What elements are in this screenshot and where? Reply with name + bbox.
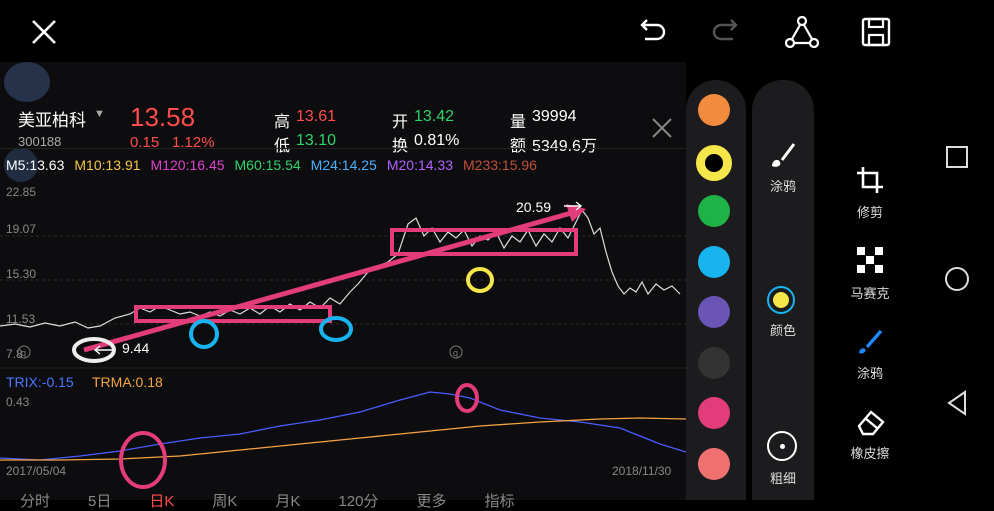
bottom-tab[interactable]: 更多: [416, 490, 446, 511]
high-value: 13.61: [296, 108, 337, 125]
marker-label: q: [453, 348, 458, 358]
color-swatch[interactable]: [698, 346, 730, 379]
trma-label: TRMA:0.18: [92, 374, 163, 390]
color-swatch[interactable]: [698, 245, 730, 278]
date-end: 2018/11/30: [612, 464, 671, 478]
color-swatch[interactable]: [696, 144, 732, 181]
stock-name[interactable]: 美亚柏科: [18, 106, 86, 131]
low-arrow: [93, 345, 112, 355]
bottom-tab[interactable]: 120分: [338, 490, 378, 511]
ma-legend-item: M20:14.33: [386, 157, 454, 173]
floating-assistant-icon[interactable]: [4, 62, 50, 102]
chevron-down-icon[interactable]: ▼: [94, 108, 105, 120]
low-value-label: 9.44: [122, 340, 149, 356]
bottom-tab[interactable]: 月K: [275, 490, 300, 511]
bottom-tab[interactable]: 周K: [212, 490, 237, 511]
open-label: 开: [392, 114, 409, 131]
ma-legend: M5:13.63 M10:13.91 M120:16.45 M60:15.54 M24:…: [6, 157, 537, 173]
color-palette: [686, 80, 746, 500]
graffiti2-label[interactable]: 涂鸦: [835, 363, 905, 382]
thickness-label[interactable]: 粗细: [748, 468, 818, 487]
marker-label: q: [21, 348, 26, 358]
bottom-tab[interactable]: 指标: [484, 490, 514, 511]
top-toolbar: [0, 0, 994, 62]
trix-line: [0, 391, 686, 461]
crop-icon[interactable]: [852, 162, 888, 198]
color-swatch[interactable]: [698, 94, 730, 126]
bottom-tabs[interactable]: 分时 5日 日K 周K 月K 120分 更多 指标: [20, 490, 514, 511]
mosaic-label[interactable]: 马赛克: [835, 283, 905, 302]
header-divider: [0, 148, 686, 149]
pink-circle: [119, 431, 167, 489]
current-color-indicator[interactable]: [767, 286, 795, 314]
recent-apps-icon[interactable]: [940, 140, 974, 174]
price-axis-label: 15.30: [6, 267, 36, 281]
date-start: 2017/05/04: [6, 464, 66, 478]
stock-price: 13.58: [130, 102, 196, 132]
mosaic-icon[interactable]: [852, 242, 888, 278]
back-icon[interactable]: [940, 386, 974, 420]
trix-label: TRIX:-0.15: [6, 374, 74, 390]
graffiti-label[interactable]: 涂鸦: [748, 176, 818, 195]
thickness-dot: [779, 443, 785, 449]
volume-label: 量: [510, 114, 527, 131]
amount-value: 5349.6万: [532, 138, 597, 155]
blue-circle: [189, 319, 219, 349]
close-quote-icon[interactable]: [646, 112, 678, 144]
save-icon[interactable]: [856, 12, 896, 52]
high-value-label: 20.59: [516, 199, 551, 215]
price-chart[interactable]: 22.85 19.07 15.30 11.53 7.8 9.44 20.59 q…: [0, 176, 686, 500]
color-swatch[interactable]: [698, 195, 730, 227]
ma-legend-item: M60:15.54: [234, 157, 301, 173]
ma-legend-item: M233:15.96: [463, 157, 537, 173]
turnover-label: 换: [392, 138, 409, 155]
crop-label[interactable]: 修剪: [835, 202, 905, 221]
home-icon[interactable]: [940, 262, 974, 296]
undo-icon[interactable]: [632, 12, 672, 52]
ma-legend-item: M5:13.63: [6, 157, 65, 173]
price-axis-label: 22.85: [6, 185, 36, 199]
indicator-axis-top: 0.43: [6, 395, 30, 409]
eraser-icon[interactable]: [852, 404, 888, 440]
high-label: 高: [274, 114, 291, 131]
bottom-tab[interactable]: 5日: [88, 490, 111, 511]
pen-icon[interactable]: [852, 324, 888, 360]
bottom-tab[interactable]: 分时: [20, 490, 50, 511]
thickness-icon[interactable]: [767, 431, 797, 461]
volume-value: 39994: [532, 108, 577, 125]
brush-icon[interactable]: [766, 138, 800, 172]
bottom-tab[interactable]: 日K: [149, 490, 174, 511]
color-swatch[interactable]: [698, 397, 730, 429]
ma-legend-item: M10:13.91: [74, 157, 141, 173]
share-icon[interactable]: [780, 12, 824, 52]
ma-legend-item: M120:16.45: [150, 157, 225, 173]
open-value: 13.42: [414, 108, 455, 125]
close-icon[interactable]: [24, 12, 64, 52]
color-swatch[interactable]: [698, 447, 730, 480]
range-box: [390, 228, 578, 256]
eraser-label[interactable]: 橡皮擦: [835, 443, 905, 462]
price-axis-label: 19.07: [6, 222, 36, 236]
amount-label: 额: [510, 138, 527, 155]
color-label[interactable]: 颜色: [748, 320, 818, 339]
ma-legend-item: M24:14.25: [310, 157, 377, 173]
blue-circle: [319, 316, 353, 342]
color-swatch[interactable]: [698, 296, 730, 328]
price-line: [0, 208, 681, 329]
current-color-swatch: [773, 292, 789, 308]
stock-code: 300188: [18, 134, 62, 149]
redo-icon[interactable]: [706, 12, 746, 52]
low-label: 低: [274, 138, 291, 155]
